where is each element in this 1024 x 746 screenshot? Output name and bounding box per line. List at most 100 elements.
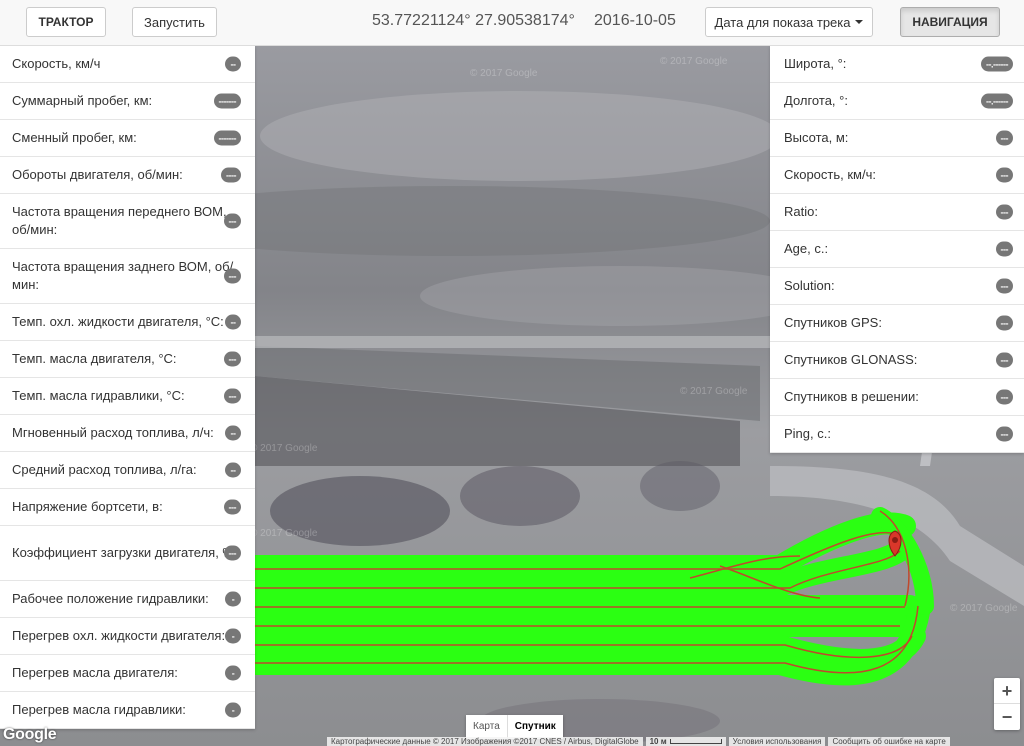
zoom-in-button[interactable]: + — [994, 678, 1020, 704]
telemetry-row: Обороты двигателя, об/мин: ---- — [0, 157, 255, 194]
telemetry-row: Частота вращения заднего ВОМ, об/мин: --- — [0, 249, 255, 304]
value-badge: --.------ — [981, 93, 1013, 109]
coordinates-readout: 53.77221124° 27.90538174° — [372, 12, 575, 29]
gnss-panel: Широта, °: --.------ Долгота, °: --.------ В… — [770, 46, 1024, 453]
value-badge: --- — [995, 352, 1013, 368]
row-label: Средний расход топлива, л/га: — [12, 462, 197, 477]
row-label: Спутников GLONASS: — [784, 352, 918, 367]
svg-text:© 2017 Google: © 2017 Google — [660, 56, 728, 67]
value-badge: --.------ — [981, 56, 1013, 72]
row-label: Ratio: — [784, 204, 818, 219]
svg-text:© 2017 Google: © 2017 Google — [470, 68, 538, 79]
telemetry-row: Сменный пробег, км: ------- — [0, 120, 255, 157]
map-type-map-button[interactable]: Карта — [466, 715, 507, 739]
report-error-link[interactable]: Сообщить об ошибке на карте — [828, 737, 950, 746]
telemetry-row: Скорость, км/ч -- — [0, 46, 255, 83]
telemetry-row: Перегрев масла двигателя: - — [0, 655, 255, 692]
value-badge: ------- — [213, 93, 241, 109]
row-label: Сменный пробег, км: — [12, 130, 137, 145]
value-badge: --- — [223, 213, 241, 229]
row-label: Мгновенный расход топлива, л/ч: — [12, 425, 214, 440]
row-label: Долгота, °: — [784, 93, 848, 108]
value-badge: --- — [223, 388, 241, 404]
value-badge: --- — [995, 426, 1013, 442]
map-type-control: Карта Спутник — [466, 715, 563, 739]
row-label: Частота вращения заднего ВОМ, об/мин: — [12, 259, 234, 292]
value-badge: --- — [995, 389, 1013, 405]
row-label: Коэффициент загрузки двигателя, %: — [12, 545, 238, 560]
telemetry-row: Ping, c.: --- — [770, 416, 1024, 453]
row-label: Напряжение бортсети, в: — [12, 499, 163, 514]
zoom-control: + − — [994, 678, 1020, 730]
row-label: Скорость, км/ч — [12, 56, 101, 71]
telemetry-row: Спутников GPS: --- — [770, 305, 1024, 342]
row-label: Суммарный пробег, км: — [12, 93, 153, 108]
row-label: Ping, c.: — [784, 426, 831, 441]
navigation-button[interactable]: НАВИГАЦИЯ — [900, 7, 1000, 37]
telemetry-row: Темп. масла гидравлики, °C: --- — [0, 378, 255, 415]
value-badge: --- — [995, 315, 1013, 331]
scale-bar — [669, 739, 722, 745]
google-logo: Google — [3, 726, 57, 743]
top-toolbar: ТРАКТОР Запустить 53.77221124° 27.905381… — [0, 0, 1024, 46]
telemetry-row: Коэффициент загрузки двигателя, %: --- — [0, 526, 255, 581]
row-label: Спутников в решении: — [784, 389, 919, 404]
value-badge: -- — [225, 425, 241, 441]
map-scale[interactable]: 10 м — [645, 737, 726, 746]
value-badge: - — [225, 665, 241, 681]
row-label: Перегрев масла двигателя: — [12, 665, 178, 680]
row-label: Спутников GPS: — [784, 315, 882, 330]
telemetry-row: Средний расход топлива, л/га: -- — [0, 452, 255, 489]
value-badge: -- — [225, 462, 241, 478]
row-label: Обороты двигателя, об/мин: — [12, 167, 183, 182]
value-badge: - — [225, 591, 241, 607]
row-label: Темп. масла гидравлики, °C: — [12, 388, 185, 403]
telemetry-row: Рабочее положение гидравлики: - — [0, 581, 255, 618]
value-badge: --- — [223, 499, 241, 515]
value-badge: --- — [995, 204, 1013, 220]
attribution-text: Картографические данные © 2017 Изображен… — [327, 737, 643, 746]
telemetry-row: Напряжение бортсети, в: --- — [0, 489, 255, 526]
row-label: Перегрев охл. жидкости двигателя: — [12, 628, 226, 643]
telemetry-panel: Скорость, км/ч -- Суммарный пробег, км: ---… — [0, 46, 255, 729]
value-badge: --- — [995, 167, 1013, 183]
value-badge: - — [225, 702, 241, 718]
map-type-satellite-button[interactable]: Спутник — [506, 715, 563, 739]
caret-down-icon — [855, 20, 864, 24]
telemetry-row: Скорость, км/ч: --- — [770, 157, 1024, 194]
svg-text:© 2017 Google: © 2017 Google — [250, 443, 318, 454]
row-label: Solution: — [784, 278, 835, 293]
value-badge: - — [225, 628, 241, 644]
value-badge: -- — [225, 314, 241, 330]
start-button[interactable]: Запустить — [132, 7, 217, 37]
telemetry-row: Темп. масла двигателя, °C: --- — [0, 341, 255, 378]
row-label: Перегрев масла гидравлики: — [12, 702, 186, 717]
value-badge: -- — [225, 56, 241, 72]
tractor-button[interactable]: ТРАКТОР — [26, 7, 106, 37]
value-badge: ------- — [213, 130, 241, 146]
track-date-dropdown[interactable]: Дата для показа трека — [705, 7, 873, 37]
row-label: Частота вращения переднего ВОМ, об/мин: — [12, 204, 227, 237]
terms-link[interactable]: Условия использования — [728, 737, 826, 746]
telemetry-row: Высота, м: --- — [770, 120, 1024, 157]
telemetry-row: Solution: --- — [770, 268, 1024, 305]
telemetry-row: Ratio: --- — [770, 194, 1024, 231]
telemetry-row: Частота вращения переднего ВОМ, об/мин: -… — [0, 194, 255, 249]
scale-label: 10 м — [649, 737, 667, 746]
zoom-out-button[interactable]: − — [994, 704, 1020, 730]
value-badge: --- — [995, 130, 1013, 146]
row-label: Высота, м: — [784, 130, 849, 145]
telemetry-row: Долгота, °: --.------ — [770, 83, 1024, 120]
map-attribution: Картографические данные © 2017 Изображен… — [327, 737, 953, 746]
telemetry-row: Спутников GLONASS: --- — [770, 342, 1024, 379]
svg-text:© 2017 Google: © 2017 Google — [250, 528, 318, 539]
value-badge: --- — [995, 241, 1013, 257]
telemetry-row: Перегрев масла гидравлики: - — [0, 692, 255, 729]
row-label: Темп. масла двигателя, °C: — [12, 351, 177, 366]
telemetry-row: Перегрев охл. жидкости двигателя: - — [0, 618, 255, 655]
row-label: Скорость, км/ч: — [784, 167, 876, 182]
current-date: 2016-10-05 — [594, 12, 676, 29]
telemetry-row: Суммарный пробег, км: ------- — [0, 83, 255, 120]
value-badge: ---- — [221, 167, 241, 183]
telemetry-row: Спутников в решении: --- — [770, 379, 1024, 416]
